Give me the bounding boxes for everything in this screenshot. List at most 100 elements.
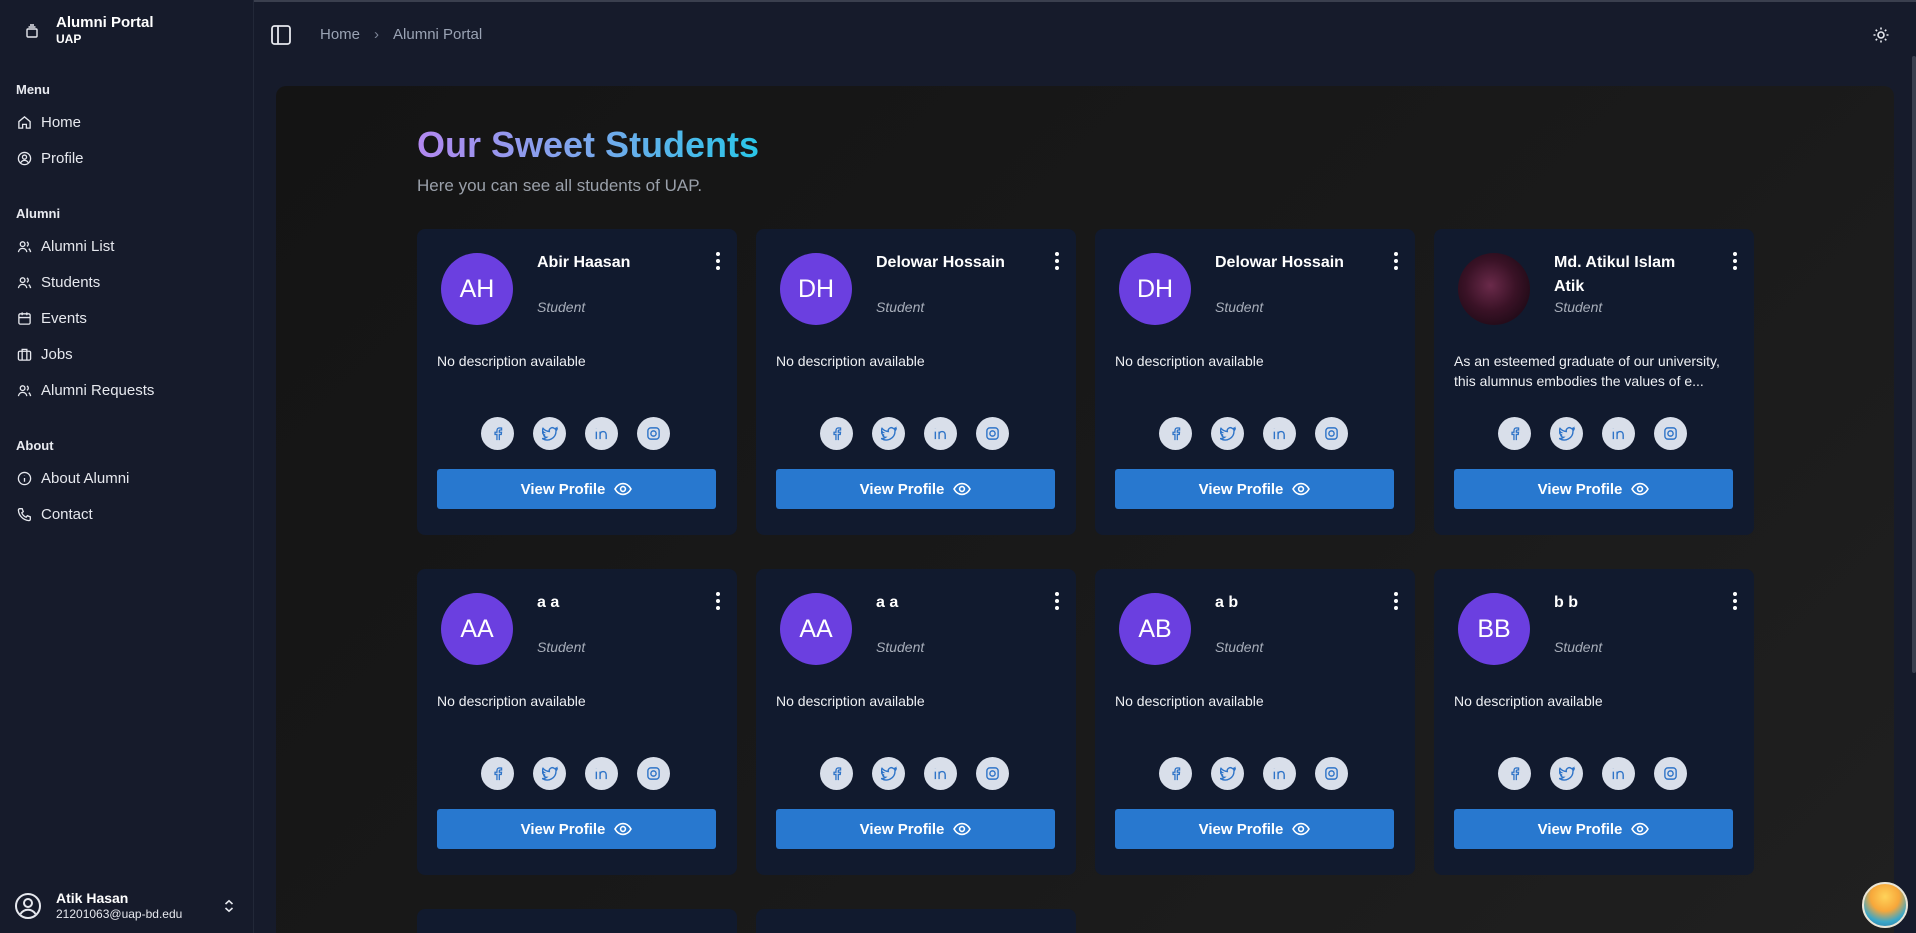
- twitter-icon[interactable]: [1211, 417, 1244, 450]
- briefcase-icon: [16, 346, 32, 362]
- more-vertical-icon[interactable]: [715, 591, 721, 611]
- view-profile-button[interactable]: View Profile: [776, 809, 1055, 849]
- nav-group-about: About: [16, 438, 54, 453]
- more-vertical-icon[interactable]: [1393, 591, 1399, 611]
- more-vertical-icon[interactable]: [1393, 251, 1399, 271]
- sidebar-item-about-alumni[interactable]: About Alumni: [10, 462, 244, 494]
- sidebar-item-alumni-requests[interactable]: Alumni Requests: [10, 374, 244, 406]
- linkedin-icon[interactable]: [1602, 757, 1635, 790]
- eye-icon: [944, 822, 972, 836]
- brand[interactable]: Alumni Portal UAP: [16, 14, 154, 47]
- view-profile-button[interactable]: View Profile: [1454, 469, 1733, 509]
- user-menu[interactable]: Atik Hasan 21201063@uap-bd.edu: [14, 886, 240, 926]
- student-name: b b: [1554, 594, 1578, 611]
- social-links: [1159, 417, 1367, 450]
- twitter-icon[interactable]: [872, 417, 905, 450]
- linkedin-icon[interactable]: [1602, 417, 1635, 450]
- sidebar-item-alumni-list[interactable]: Alumni List: [10, 230, 244, 262]
- instagram-icon[interactable]: [637, 757, 670, 790]
- sidebar-item-label: Alumni List: [41, 237, 115, 255]
- facebook-icon[interactable]: [1159, 757, 1192, 790]
- student-role: Student: [876, 639, 925, 655]
- student-card: AB a b Student No description available …: [1095, 569, 1415, 875]
- view-profile-button[interactable]: View Profile: [1454, 809, 1733, 849]
- avatar: AA: [780, 593, 852, 665]
- more-vertical-icon[interactable]: [1054, 251, 1060, 271]
- student-name: a a: [876, 594, 899, 611]
- users-icon: [16, 382, 32, 398]
- eye-icon: [1622, 482, 1650, 496]
- sidebar-item-label: About Alumni: [41, 469, 130, 487]
- linkedin-icon[interactable]: [1263, 757, 1296, 790]
- view-profile-label: View Profile: [520, 480, 606, 498]
- student-card: DH Delowar Hossain Student No descriptio…: [1095, 229, 1415, 535]
- view-profile-label: View Profile: [520, 820, 606, 838]
- more-vertical-icon[interactable]: [1054, 591, 1060, 611]
- instagram-icon[interactable]: [1654, 757, 1687, 790]
- student-role: Student: [537, 299, 586, 315]
- linkedin-icon[interactable]: [585, 757, 618, 790]
- facebook-icon[interactable]: [820, 417, 853, 450]
- view-profile-button[interactable]: View Profile: [1115, 809, 1394, 849]
- nav-group-menu: Menu: [16, 82, 50, 97]
- breadcrumb-home[interactable]: Home: [320, 26, 360, 43]
- more-vertical-icon[interactable]: [715, 251, 721, 271]
- sidebar-item-jobs[interactable]: Jobs: [10, 338, 244, 370]
- sidebar-item-home[interactable]: Home: [10, 106, 244, 138]
- eye-icon: [605, 482, 633, 496]
- instagram-icon[interactable]: [1315, 417, 1348, 450]
- twitter-icon[interactable]: [1550, 757, 1583, 790]
- instagram-icon[interactable]: [637, 417, 670, 450]
- linkedin-icon[interactable]: [924, 417, 957, 450]
- view-profile-button[interactable]: View Profile: [437, 469, 716, 509]
- student-role: Student: [537, 639, 586, 655]
- student-description: No description available: [1115, 693, 1264, 709]
- facebook-icon[interactable]: [1498, 417, 1531, 450]
- facebook-icon[interactable]: [1159, 417, 1192, 450]
- facebook-icon[interactable]: [481, 417, 514, 450]
- view-profile-label: View Profile: [1537, 480, 1623, 498]
- avatar: AH: [441, 253, 513, 325]
- view-profile-button[interactable]: View Profile: [437, 809, 716, 849]
- view-profile-button[interactable]: View Profile: [1115, 469, 1394, 509]
- more-vertical-icon[interactable]: [1732, 251, 1738, 271]
- sidebar-item-label: Contact: [41, 505, 93, 523]
- sidebar-item-students[interactable]: Students: [10, 266, 244, 298]
- eye-icon: [1283, 482, 1311, 496]
- instagram-icon[interactable]: [976, 757, 1009, 790]
- avatar: AA: [441, 593, 513, 665]
- linkedin-icon[interactable]: [1263, 417, 1296, 450]
- twitter-icon[interactable]: [1211, 757, 1244, 790]
- sidebar-toggle-icon[interactable]: [270, 24, 292, 46]
- breadcrumb-separator: ›: [374, 26, 380, 43]
- student-name: a a: [537, 594, 560, 611]
- view-profile-button[interactable]: View Profile: [776, 469, 1055, 509]
- app-subtitle: UAP: [56, 32, 82, 46]
- instagram-icon[interactable]: [976, 417, 1009, 450]
- twitter-icon[interactable]: [872, 757, 905, 790]
- linkedin-icon[interactable]: [924, 757, 957, 790]
- avatar: [1458, 253, 1530, 325]
- social-links: [481, 757, 689, 790]
- instagram-icon[interactable]: [1315, 757, 1348, 790]
- sidebar-item-profile[interactable]: Profile: [10, 142, 244, 174]
- sidebar-item-events[interactable]: Events: [10, 302, 244, 334]
- instagram-icon[interactable]: [1654, 417, 1687, 450]
- eye-icon: [1283, 822, 1311, 836]
- facebook-icon[interactable]: [820, 757, 853, 790]
- sidebar-item-label: Profile: [41, 149, 84, 167]
- more-vertical-icon[interactable]: [1732, 591, 1738, 611]
- scrollbar[interactable]: [1912, 56, 1916, 673]
- student-name: a b: [1215, 594, 1239, 611]
- twitter-icon[interactable]: [1550, 417, 1583, 450]
- facebook-icon[interactable]: [481, 757, 514, 790]
- nav-group-alumni: Alumni: [16, 206, 61, 221]
- student-description: No description available: [1115, 353, 1264, 369]
- floating-action-button[interactable]: [1862, 882, 1908, 928]
- linkedin-icon[interactable]: [585, 417, 618, 450]
- sidebar-item-contact[interactable]: Contact: [10, 498, 244, 530]
- twitter-icon[interactable]: [533, 757, 566, 790]
- sun-icon[interactable]: [1872, 26, 1890, 44]
- facebook-icon[interactable]: [1498, 757, 1531, 790]
- twitter-icon[interactable]: [533, 417, 566, 450]
